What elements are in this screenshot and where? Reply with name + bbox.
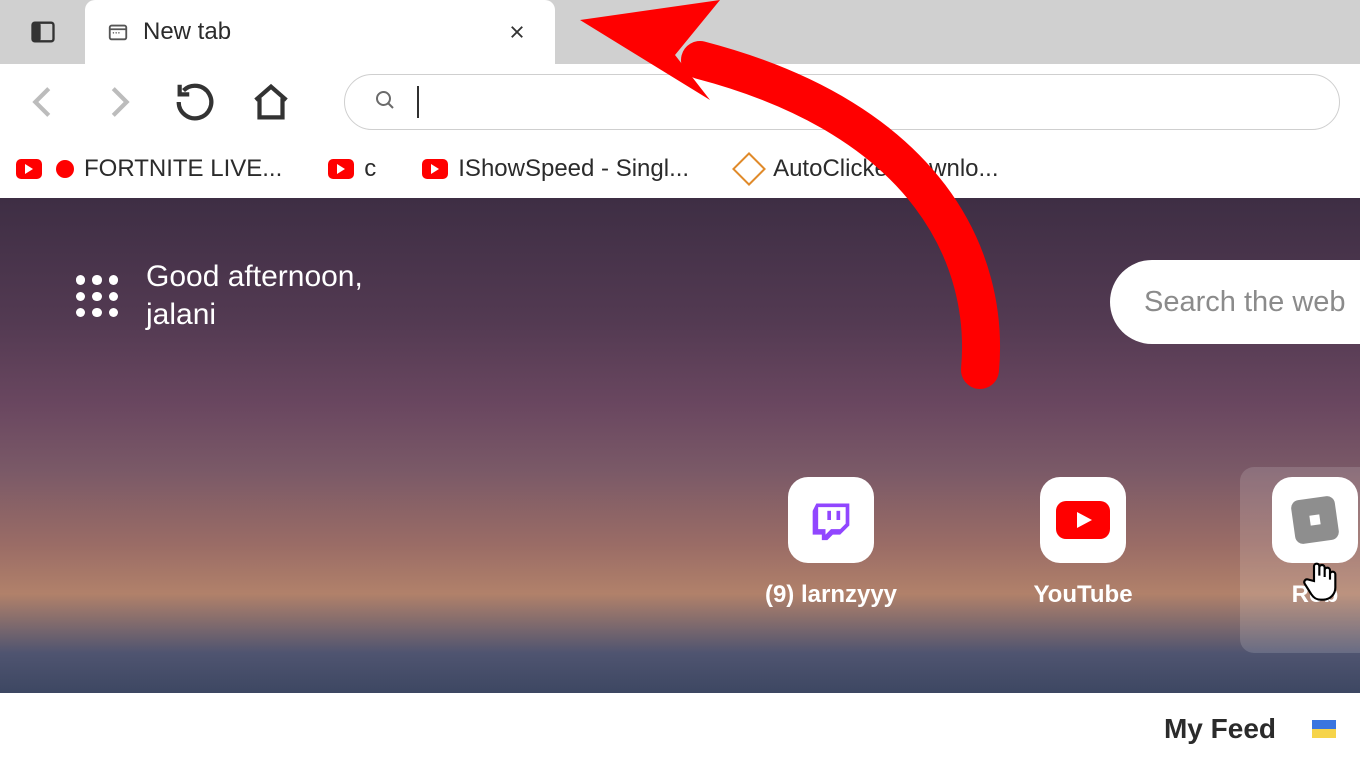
page-settings-button[interactable] [76, 275, 118, 317]
tab-actions-button[interactable] [0, 0, 85, 64]
live-dot-icon [56, 160, 74, 178]
browser-tab[interactable]: New tab [85, 0, 555, 64]
bookmark-autoclicker[interactable]: AutoClicker downlo... [725, 149, 1008, 189]
quick-link-label: YouTube [1033, 581, 1132, 609]
youtube-icon [422, 159, 448, 179]
bookmarks-bar: FORTNITE LIVE... c IShowSpeed - Singl...… [0, 140, 1360, 198]
my-feed-button[interactable]: My Feed [1164, 713, 1276, 745]
back-button[interactable] [20, 79, 66, 125]
search-icon [373, 88, 397, 117]
youtube-icon [328, 159, 354, 179]
tab-title: New tab [143, 18, 483, 46]
youtube-icon [1040, 477, 1126, 563]
address-bar[interactable] [344, 74, 1340, 130]
quick-link-label: Rob [1292, 581, 1339, 609]
refresh-button[interactable] [172, 79, 218, 125]
feed-bar: My Feed [0, 693, 1360, 765]
search-web-placeholder: Search the web [1144, 286, 1346, 319]
bookmark-fortnite-live[interactable]: FORTNITE LIVE... [6, 149, 292, 189]
toolbar [0, 64, 1360, 140]
home-button[interactable] [248, 79, 294, 125]
bookmark-ishowspeed[interactable]: IShowSpeed - Singl... [412, 149, 699, 189]
greeting-text: Good afternoon, jalani [146, 258, 363, 335]
flag-icon[interactable] [1312, 720, 1336, 738]
text-caret [417, 86, 419, 118]
greeting-line2: jalani [146, 296, 363, 334]
new-tab-icon [107, 21, 129, 43]
bookmark-label: AutoClicker downlo... [773, 155, 998, 183]
bookmark-label: IShowSpeed - Singl... [458, 155, 689, 183]
autoclicker-icon [732, 152, 766, 186]
quick-link-youtube[interactable]: YouTube [1008, 477, 1158, 609]
twitch-icon [788, 477, 874, 563]
quick-link-roblox[interactable]: Rob [1240, 467, 1360, 653]
greeting-line1: Good afternoon, [146, 258, 363, 296]
new-tab-content: Good afternoon, jalani Search the web (9… [0, 198, 1360, 693]
youtube-icon [16, 159, 42, 179]
tab-close-button[interactable] [497, 12, 537, 52]
quick-link-twitch[interactable]: (9) larnzyyy [756, 477, 906, 609]
bookmark-c[interactable]: c [318, 149, 386, 189]
forward-button[interactable] [96, 79, 142, 125]
quick-link-label: (9) larnzyyy [765, 581, 897, 609]
bookmark-label: FORTNITE LIVE... [84, 155, 282, 183]
quick-links: (9) larnzyyy YouTube Rob [756, 477, 1360, 627]
search-web-box[interactable]: Search the web [1110, 260, 1360, 344]
roblox-icon [1272, 477, 1358, 563]
address-input[interactable] [439, 88, 1311, 116]
tab-strip: New tab [0, 0, 1360, 64]
bookmark-label: c [364, 155, 376, 183]
